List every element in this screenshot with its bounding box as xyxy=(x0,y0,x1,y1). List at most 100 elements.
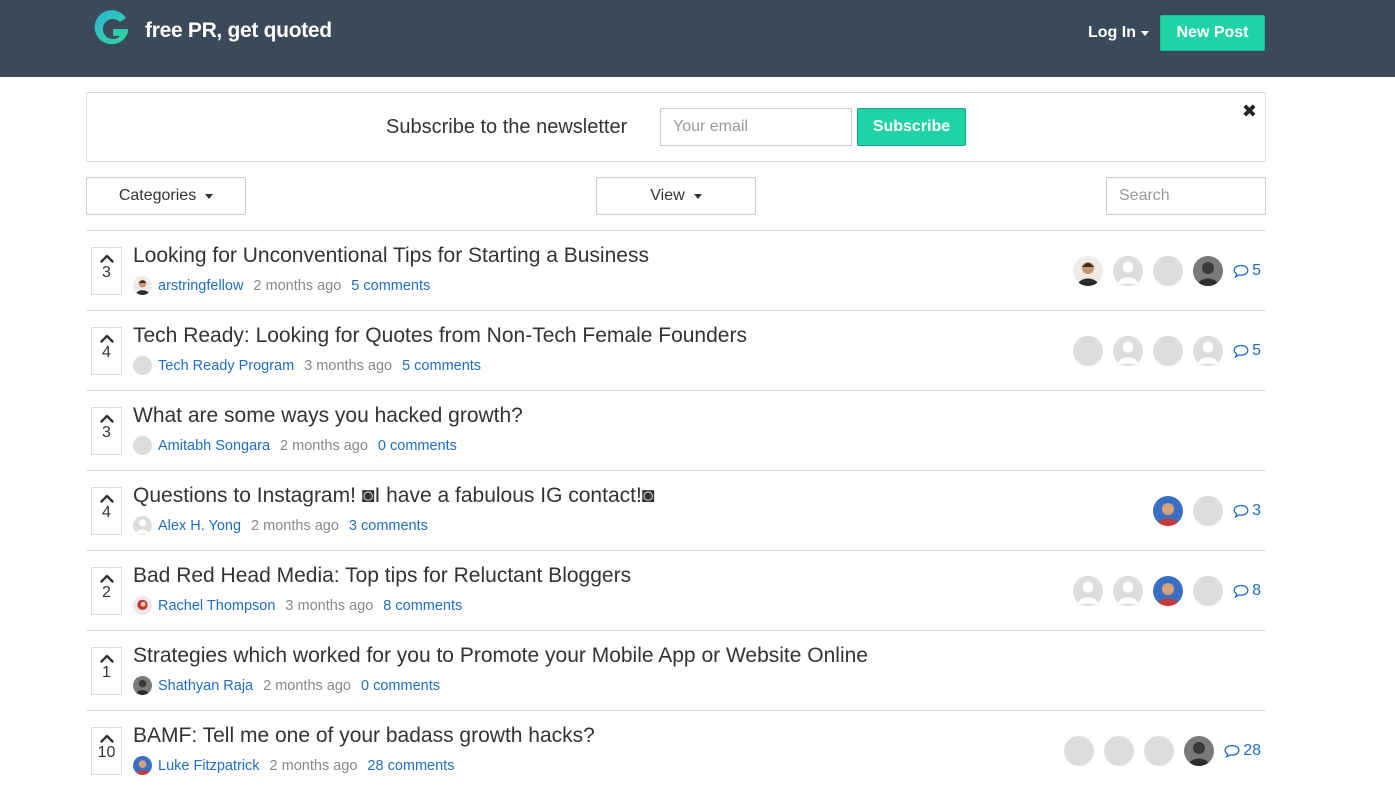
post-row: 10 BAMF: Tell me one of your badass growt… xyxy=(86,710,1266,790)
login-label: Log In xyxy=(1088,24,1136,41)
post-meta: Amitabh Songara 2 months ago 0 comments xyxy=(133,436,457,455)
chevron-up-icon xyxy=(99,414,114,423)
author-avatar[interactable] xyxy=(133,356,152,375)
upvote-button[interactable]: 3 xyxy=(91,407,122,455)
login-dropdown[interactable]: Log In xyxy=(1088,24,1149,42)
comment-count-value: 28 xyxy=(1243,742,1261,759)
avatar-default-person[interactable] xyxy=(1113,576,1144,606)
chevron-up-icon xyxy=(99,574,114,583)
comment-count-link[interactable]: 3 xyxy=(1233,502,1261,520)
view-label: View xyxy=(650,187,685,204)
post-meta: Luke Fitzpatrick 2 months ago 28 comments xyxy=(133,756,454,775)
categories-dropdown[interactable]: Categories xyxy=(86,177,246,215)
post-row: 3 What are some ways you hacked growth? Am… xyxy=(86,390,1266,470)
vote-count: 2 xyxy=(102,584,111,601)
avatar-placeholder[interactable] xyxy=(1064,736,1095,766)
post-row: 3 Looking for Unconventional Tips for Sta… xyxy=(86,230,1266,310)
author-link[interactable]: arstringfellow xyxy=(158,278,243,294)
author-avatar[interactable] xyxy=(133,756,152,775)
post-timestamp: 2 months ago xyxy=(269,757,358,774)
post-title-link[interactable]: BAMF: Tell me one of your badass growth … xyxy=(133,724,595,748)
vote-count: 4 xyxy=(102,344,111,361)
comment-count-link[interactable]: 28 xyxy=(1224,742,1261,760)
avatar-placeholder[interactable] xyxy=(1073,336,1104,366)
chevron-up-icon xyxy=(99,254,114,263)
avatar-photo[interactable] xyxy=(1193,256,1224,286)
author-link[interactable]: Shathyan Raja xyxy=(158,678,253,694)
avatar-placeholder[interactable] xyxy=(1144,736,1175,766)
chevron-up-icon xyxy=(99,334,114,343)
avatar-default-person[interactable] xyxy=(1113,256,1144,286)
post-timestamp: 3 months ago xyxy=(304,357,393,374)
avatar-placeholder[interactable] xyxy=(1193,576,1224,606)
avatar-placeholder[interactable] xyxy=(1193,496,1224,526)
avatar-placeholder[interactable] xyxy=(1153,256,1184,286)
comments-link[interactable]: 0 comments xyxy=(378,438,457,454)
post-meta: Alex H. Yong 2 months ago 3 comments xyxy=(133,516,428,535)
upvote-button[interactable]: 4 xyxy=(91,327,122,375)
post-row: 1 Strategies which worked for you to Prom… xyxy=(86,630,1266,710)
author-avatar[interactable] xyxy=(133,516,152,535)
view-dropdown[interactable]: View xyxy=(596,177,756,215)
newsletter-panel: Subscribe to the newsletter Subscribe ✖ xyxy=(86,92,1266,162)
upvote-button[interactable]: 2 xyxy=(91,567,122,615)
author-link[interactable]: Luke Fitzpatrick xyxy=(158,758,260,774)
comment-count-link[interactable]: 5 xyxy=(1233,262,1261,280)
newsletter-email-input[interactable] xyxy=(660,108,852,146)
subscribe-button[interactable]: Subscribe xyxy=(857,108,966,146)
author-avatar[interactable] xyxy=(133,596,152,615)
post-title-link[interactable]: Tech Ready: Looking for Quotes from Non-… xyxy=(133,324,747,348)
author-link[interactable]: Alex H. Yong xyxy=(158,518,241,534)
avatar-photo[interactable] xyxy=(1073,256,1104,286)
author-link[interactable]: Tech Ready Program xyxy=(158,358,294,374)
comment-count-value: 5 xyxy=(1252,262,1261,279)
avatar-placeholder[interactable] xyxy=(1153,336,1184,366)
author-link[interactable]: Amitabh Songara xyxy=(158,438,270,454)
vote-count: 3 xyxy=(102,424,111,441)
avatar-photo[interactable] xyxy=(1153,576,1184,606)
comments-link[interactable]: 8 comments xyxy=(383,598,462,614)
post-timestamp: 2 months ago xyxy=(251,517,339,534)
post-title-link[interactable]: Questions to Instagram! ◙I have a fabulo… xyxy=(133,484,654,508)
avatar-placeholder[interactable] xyxy=(1104,736,1135,766)
upvote-button[interactable]: 1 xyxy=(91,647,122,695)
participant-avatars: 5 xyxy=(1063,256,1261,286)
avatar-default-person[interactable] xyxy=(1193,336,1224,366)
avatar-default-person[interactable] xyxy=(1073,576,1104,606)
post-timestamp: 3 months ago xyxy=(285,597,374,614)
new-post-button[interactable]: New Post xyxy=(1160,15,1265,51)
post-title-link[interactable]: Bad Red Head Media: Top tips for Relucta… xyxy=(133,564,631,588)
vote-count: 3 xyxy=(102,264,111,281)
author-link[interactable]: Rachel Thompson xyxy=(158,598,275,614)
post-row: 4 Questions to Instagram! ◙I have a fabul… xyxy=(86,470,1266,550)
author-avatar[interactable] xyxy=(133,436,152,455)
comments-link[interactable]: 28 comments xyxy=(367,758,454,774)
post-row: 2 Bad Red Head Media: Top tips for Reluct… xyxy=(86,550,1266,630)
comments-link[interactable]: 5 comments xyxy=(351,278,430,294)
close-icon[interactable]: ✖ xyxy=(1242,99,1257,123)
avatar-photo[interactable] xyxy=(1184,736,1215,766)
upvote-button[interactable]: 3 xyxy=(91,247,122,295)
author-avatar[interactable] xyxy=(133,276,152,295)
post-title-link[interactable]: What are some ways you hacked growth? xyxy=(133,404,523,428)
comments-link[interactable]: 5 comments xyxy=(402,358,481,374)
upvote-button[interactable]: 10 xyxy=(91,727,122,775)
comment-count-value: 3 xyxy=(1252,502,1261,519)
newsletter-title: Subscribe to the newsletter xyxy=(386,116,628,138)
upvote-button[interactable]: 4 xyxy=(91,487,122,535)
brand-tagline[interactable]: free PR, get quoted xyxy=(145,19,332,43)
site-logo-icon[interactable] xyxy=(90,8,132,50)
avatar-photo[interactable] xyxy=(1153,496,1184,526)
comment-count-link[interactable]: 8 xyxy=(1233,582,1261,600)
search-input[interactable] xyxy=(1106,177,1266,215)
comments-link[interactable]: 3 comments xyxy=(349,518,428,534)
comment-count-link[interactable]: 5 xyxy=(1233,342,1261,360)
post-title-link[interactable]: Strategies which worked for you to Promo… xyxy=(133,644,868,668)
categories-label: Categories xyxy=(118,187,197,204)
post-title-link[interactable]: Looking for Unconventional Tips for Star… xyxy=(133,244,649,268)
vote-count: 4 xyxy=(102,504,111,521)
author-avatar[interactable] xyxy=(133,676,152,695)
avatar-default-person[interactable] xyxy=(1113,336,1144,366)
post-row: 4 Tech Ready: Looking for Quotes from Non… xyxy=(86,310,1266,390)
comments-link[interactable]: 0 comments xyxy=(361,678,440,694)
